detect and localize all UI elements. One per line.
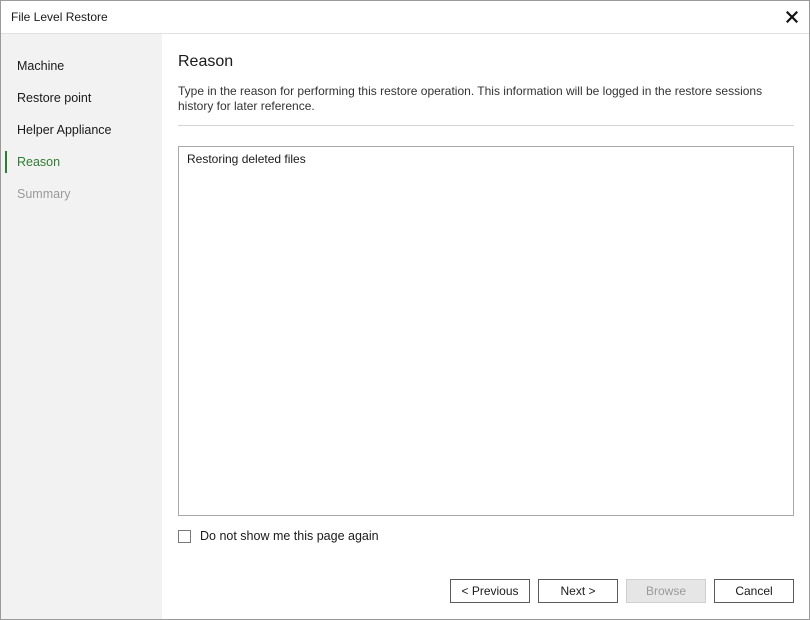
step-label: Restore point — [17, 91, 92, 105]
step-label: Summary — [17, 187, 71, 201]
wizard-content: Reason Type in the reason for performing… — [162, 34, 809, 619]
page-description: Type in the reason for performing this r… — [178, 84, 763, 113]
title-bar: File Level Restore — [1, 1, 809, 34]
wizard-steps-sidebar: Machine Restore point Helper Appliance R… — [1, 34, 162, 619]
step-helper-appliance[interactable]: Helper Appliance — [1, 119, 162, 141]
step-label: Reason — [17, 155, 61, 169]
close-button[interactable] — [779, 5, 805, 29]
browse-button: Browse — [626, 579, 706, 603]
checkbox-icon[interactable] — [178, 529, 191, 543]
step-reason[interactable]: Reason — [1, 151, 162, 173]
previous-button[interactable]: < Previous — [450, 579, 530, 603]
dont-show-again-option[interactable]: Do not show me this page again — [178, 528, 379, 544]
next-button[interactable]: Next > — [538, 579, 618, 603]
file-level-restore-dialog: File Level Restore Machine Restore point… — [0, 0, 810, 620]
step-summary: Summary — [1, 183, 162, 205]
dont-show-again-label[interactable]: Do not show me this page again — [200, 529, 379, 543]
step-label: Machine — [17, 59, 65, 73]
reason-textarea[interactable]: Restoring deleted files — [178, 146, 794, 516]
step-restore-point[interactable]: Restore point — [1, 87, 162, 109]
header-divider — [178, 125, 794, 126]
close-icon — [786, 11, 798, 23]
window-title: File Level Restore — [11, 10, 108, 24]
step-label: Helper Appliance — [17, 123, 112, 137]
cancel-button[interactable]: Cancel — [714, 579, 794, 603]
page-title: Reason — [178, 53, 234, 70]
step-machine[interactable]: Machine — [1, 55, 162, 77]
